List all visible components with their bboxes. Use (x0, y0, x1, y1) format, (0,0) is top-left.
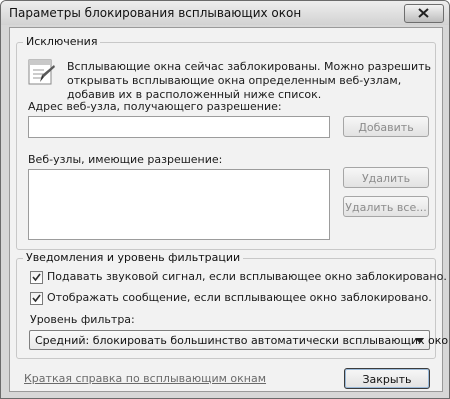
filter-level-label: Уровень фильтра: (30, 313, 135, 326)
filter-level-value: Средний: блокировать большинство автомат… (35, 334, 450, 347)
exceptions-group: Исключения Всплывающие окна сейчас забло… (16, 35, 436, 250)
close-icon (418, 8, 429, 18)
title-bar[interactable]: Параметры блокирования всплывающих окон (1, 1, 449, 25)
remove-site-button[interactable]: Удалить (343, 167, 429, 188)
allowed-sites-list[interactable] (28, 169, 330, 240)
checkmark-icon (32, 294, 41, 303)
allowed-sites-label: Веб-узлы, имеющие разрешение: (28, 153, 223, 166)
dialog-body: Исключения Всплывающие окна сейчас забло… (9, 27, 449, 392)
popup-blocker-settings-window: Параметры блокирования всплывающих окон … (0, 0, 450, 399)
notifications-group: Уведомления и уровень фильтрации Подават… (16, 251, 449, 359)
exceptions-group-title: Исключения (23, 35, 101, 48)
checkmark-icon (32, 273, 41, 282)
chevron-down-icon (415, 338, 424, 343)
notifications-group-title: Уведомления и уровень фильтрации (23, 251, 244, 264)
filter-level-select[interactable]: Средний: блокировать большинство автомат… (29, 330, 449, 350)
address-label: Адрес веб-узла, получающего разрешение: (28, 100, 282, 113)
info-line: открывать всплывающие окна определенным … (67, 74, 402, 87)
info-line: Всплывающие окна сейчас заблокированы. М… (67, 60, 432, 73)
play-sound-label[interactable]: Подавать звуковой сигнал, если всплывающ… (47, 270, 447, 283)
show-info-bar-checkbox[interactable] (30, 292, 43, 305)
site-address-input[interactable] (28, 116, 330, 138)
add-site-button[interactable]: Добавить (343, 116, 429, 137)
play-sound-checkbox[interactable] (30, 271, 43, 284)
popup-blocker-info-icon (28, 59, 55, 85)
remove-all-sites-button[interactable]: Удалить все... (343, 196, 429, 217)
close-dialog-button[interactable]: Закрыть (344, 368, 430, 389)
show-info-bar-label[interactable]: Отображать сообщение, если всплывающее о… (47, 291, 432, 304)
window-title: Параметры блокирования всплывающих окон (9, 6, 302, 20)
popup-help-link[interactable]: Краткая справка по всплывающим окнам (24, 372, 266, 385)
exceptions-info-text: Всплывающие окна сейчас заблокированы. М… (67, 60, 432, 102)
close-window-button[interactable] (404, 4, 444, 23)
